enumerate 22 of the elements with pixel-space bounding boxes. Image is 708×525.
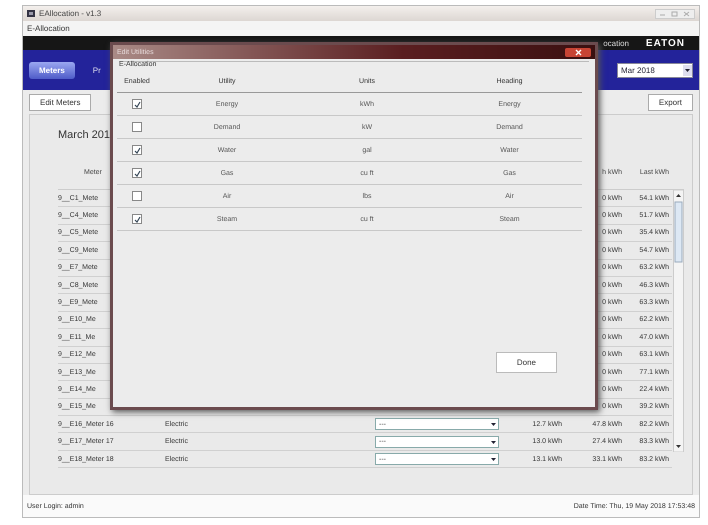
nav-tab[interactable]: Pr bbox=[82, 62, 111, 78]
menu-item[interactable]: E-Allocation bbox=[27, 24, 70, 33]
nav-tab[interactable]: Meters bbox=[29, 62, 75, 78]
window-title: EAllocation - v1.3 bbox=[39, 9, 102, 18]
enabled-checkbox[interactable] bbox=[132, 214, 142, 224]
month-dropdown[interactable]: Mar 2018 bbox=[617, 62, 693, 78]
enabled-checkbox[interactable] bbox=[132, 99, 142, 109]
close-icon bbox=[574, 48, 582, 56]
app-icon bbox=[27, 10, 35, 17]
scrollbar[interactable] bbox=[673, 190, 684, 452]
brand-logo: EATON bbox=[646, 38, 685, 49]
edit-meters-button[interactable]: Edit Meters bbox=[29, 94, 92, 110]
enabled-checkbox[interactable] bbox=[132, 168, 142, 178]
close-button[interactable] bbox=[565, 48, 591, 56]
enabled-checkbox[interactable] bbox=[132, 191, 142, 201]
export-button[interactable]: Export bbox=[648, 94, 693, 110]
enabled-checkbox[interactable] bbox=[132, 145, 142, 155]
enabled-checkbox[interactable] bbox=[132, 122, 142, 132]
caret-icon bbox=[683, 64, 692, 76]
header-caption: ocation bbox=[603, 39, 629, 48]
period-title: March 201 bbox=[58, 129, 110, 143]
done-button[interactable]: Done bbox=[496, 352, 557, 373]
